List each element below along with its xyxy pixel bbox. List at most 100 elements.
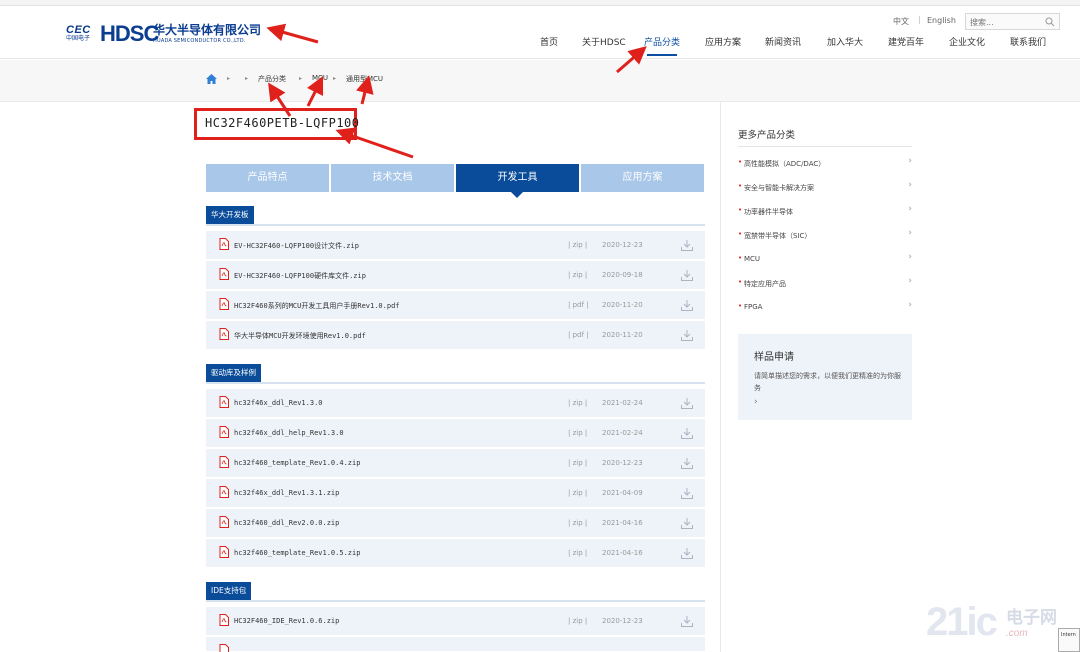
cec-logo[interactable]: CEC 中国电子	[66, 25, 96, 45]
file-row[interactable]: 华大半导体MCU开发环境使用Rev1.0.pdf | pdf | 2020-11…	[206, 321, 705, 350]
download-icon[interactable]	[681, 398, 693, 409]
company-name-en: HUADA SEMICONDUCTOR CO.,LTD.	[153, 38, 246, 44]
file-icon	[219, 238, 229, 250]
nav-join[interactable]: 加入华大	[827, 35, 863, 48]
download-icon[interactable]	[681, 616, 693, 627]
nav-about[interactable]: 关于HDSC	[582, 35, 626, 48]
breadcrumb-mcu[interactable]: MCU	[312, 74, 328, 82]
section-divider	[206, 600, 705, 602]
file-row[interactable]: hc32f46x_ddl_Rev1.3.0 | zip | 2021-02-24	[206, 389, 705, 418]
file-row[interactable]: hc32f460_template_Rev1.0.5.zip | zip | 2…	[206, 539, 705, 568]
nav-centenary[interactable]: 建党百年	[888, 35, 924, 48]
file-name[interactable]: HC32F460系列的MCU开发工具用户手册Rev1.0.pdf	[234, 301, 400, 311]
search-icon[interactable]	[1045, 17, 1055, 27]
nav-news[interactable]: 新闻资讯	[765, 35, 801, 48]
file-row[interactable]: EV-HC32F460-LQFP100设计文件.zip | zip | 2020…	[206, 231, 705, 260]
file-name[interactable]: hc32f460_template_Rev1.0.5.zip	[234, 549, 360, 557]
file-date: 2021-02-24	[602, 399, 643, 407]
download-icon[interactable]	[681, 330, 693, 341]
sample-request-card[interactable]: 样品申请 请简单描述您的需求，以便我们更精准的为你服务 ›	[738, 334, 912, 420]
file-date: 2021-04-16	[602, 549, 643, 557]
file-date: 2021-04-09	[602, 489, 643, 497]
sidebar-item-label: MCU	[744, 255, 761, 263]
watermark-cn: 电子网	[1006, 608, 1057, 628]
watermark-logo: 21ic	[926, 600, 998, 644]
bullet-icon: •	[738, 158, 743, 166]
sidebar-item-specific[interactable]: • 特定应用产品 ›	[738, 275, 912, 299]
file-name[interactable]: EV-HC32F460-LQFP100硬件库文件.zip	[234, 271, 366, 281]
file-row[interactable]: EV-HC32F460-LQFP100硬件库文件.zip | zip | 202…	[206, 261, 705, 290]
file-date: 2020-11-20	[602, 331, 643, 339]
chevron-right-icon: ›	[908, 252, 912, 262]
sidebar-item-label: 功率器件半导体	[744, 208, 793, 216]
home-icon[interactable]	[206, 74, 217, 84]
search-box	[965, 13, 1060, 30]
bullet-icon: •	[738, 278, 743, 286]
file-row[interactable]: hc32f460_ddl_Rev2.0.0.zip | zip | 2021-0…	[206, 509, 705, 538]
file-name[interactable]: HC32F460_IDE_Rev1.0.6.zip	[234, 617, 339, 625]
sidebar-divider	[720, 102, 721, 652]
tab-dev-tools[interactable]: 开发工具	[456, 164, 579, 192]
breadcrumb-products[interactable]: 产品分类	[258, 74, 286, 84]
nav-home[interactable]: 首页	[540, 35, 558, 48]
tab-features[interactable]: 产品特点	[206, 164, 329, 192]
tab-solutions[interactable]: 应用方案	[581, 164, 704, 192]
sidebar-item-label: 特定应用产品	[744, 280, 786, 288]
sample-request-title: 样品申请	[754, 352, 794, 363]
active-tab-pointer	[511, 192, 523, 198]
tab-docs[interactable]: 技术文档	[331, 164, 454, 192]
sidebar-item-security[interactable]: • 安全与智能卡解决方案 ›	[738, 179, 912, 203]
download-icon[interactable]	[681, 428, 693, 439]
file-row-partial[interactable]	[206, 637, 705, 652]
hdsc-logo[interactable]: HDSC	[100, 22, 159, 46]
section-label: 驱动库及样例	[206, 364, 261, 382]
breadcrumb-general-mcu[interactable]: 通用型MCU	[346, 74, 383, 84]
sidebar-item-power[interactable]: • 功率器件半导体 ›	[738, 203, 912, 227]
pdf-icon	[219, 328, 229, 340]
file-icon	[219, 396, 229, 408]
file-name[interactable]: hc32f46x_ddl_Rev1.3.1.zip	[234, 489, 339, 497]
file-row[interactable]: hc32f46x_ddl_help_Rev1.3.0 | zip | 2021-…	[206, 419, 705, 448]
file-type: | zip |	[568, 271, 588, 279]
download-icon[interactable]	[681, 240, 693, 251]
file-name[interactable]: hc32f460_ddl_Rev2.0.0.zip	[234, 519, 339, 527]
nav-solutions[interactable]: 应用方案	[705, 35, 741, 48]
file-icon	[219, 426, 229, 438]
breadcrumb	[0, 60, 1080, 102]
file-type: | zip |	[568, 549, 588, 557]
file-type: | zip |	[568, 399, 588, 407]
file-name[interactable]: EV-HC32F460-LQFP100设计文件.zip	[234, 241, 359, 251]
sidebar-item-fpga[interactable]: • FPGA ›	[738, 299, 912, 323]
nav-active-underline	[647, 54, 677, 56]
nav-products[interactable]: 产品分类	[644, 35, 680, 48]
watermark-sub: .com	[1006, 628, 1028, 639]
file-name[interactable]: hc32f460_template_Rev1.0.4.zip	[234, 459, 360, 467]
file-row[interactable]: hc32f460_template_Rev1.0.4.zip | zip | 2…	[206, 449, 705, 478]
download-icon[interactable]	[681, 270, 693, 281]
download-icon[interactable]	[681, 300, 693, 311]
file-name[interactable]: 华大半导体MCU开发环境使用Rev1.0.pdf	[234, 331, 366, 341]
lang-chinese-link[interactable]: 中文	[893, 16, 909, 27]
lang-english-link[interactable]: English	[927, 16, 956, 25]
sidebar-item-label: 安全与智能卡解决方案	[744, 184, 814, 192]
file-row[interactable]: hc32f46x_ddl_Rev1.3.1.zip | zip | 2021-0…	[206, 479, 705, 508]
file-name[interactable]: hc32f46x_ddl_help_Rev1.3.0	[234, 429, 344, 437]
sidebar-item-analog[interactable]: • 高性能模拟（ADC/DAC） ›	[738, 155, 912, 179]
nav-contact[interactable]: 联系我们	[1010, 35, 1046, 48]
file-row[interactable]: HC32F460_IDE_Rev1.0.6.zip | zip | 2020-1…	[206, 607, 705, 636]
bullet-icon: •	[738, 182, 743, 190]
sample-request-arrow[interactable]: ›	[754, 397, 758, 407]
sample-request-desc: 请简单描述您的需求，以便我们更精准的为你服务	[754, 372, 901, 392]
file-row[interactable]: HC32F460系列的MCU开发工具用户手册Rev1.0.pdf | pdf |…	[206, 291, 705, 320]
download-icon[interactable]	[681, 518, 693, 529]
search-input[interactable]	[970, 16, 1040, 28]
file-name[interactable]: hc32f46x_ddl_Rev1.3.0	[234, 399, 323, 407]
sidebar-item-mcu[interactable]: • MCU ›	[738, 251, 912, 275]
sidebar-item-sic[interactable]: • 宽禁带半导体（SIC） ›	[738, 227, 912, 251]
download-icon[interactable]	[681, 548, 693, 559]
nav-culture[interactable]: 企业文化	[949, 35, 985, 48]
file-icon	[219, 614, 229, 626]
download-icon[interactable]	[681, 488, 693, 499]
company-name-cn: 华大半导体有限公司	[153, 23, 262, 37]
download-icon[interactable]	[681, 458, 693, 469]
